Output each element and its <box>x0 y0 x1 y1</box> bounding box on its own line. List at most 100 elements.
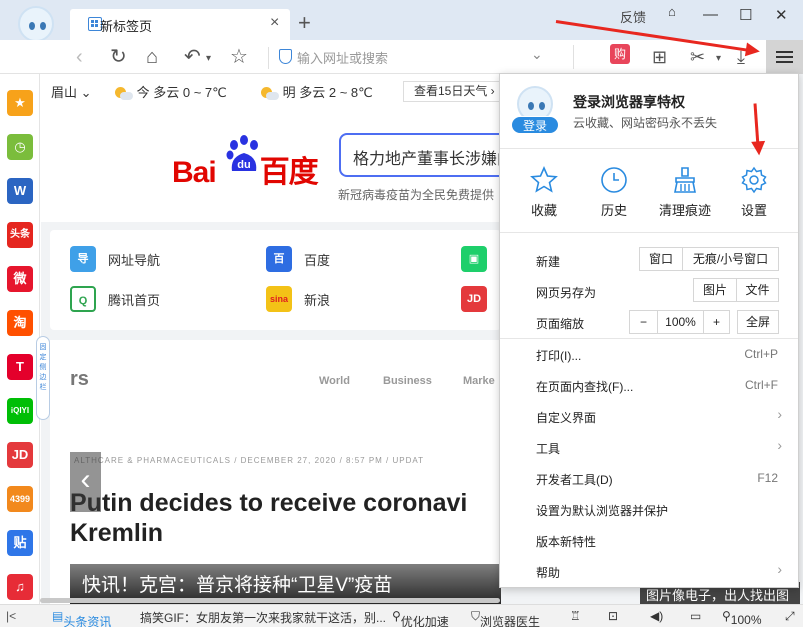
feedback-link[interactable]: 反馈 <box>620 7 646 26</box>
panel-title[interactable]: 登录浏览器享特权 <box>573 92 685 112</box>
menu-customize[interactable]: 自定义界面 › <box>500 405 798 427</box>
scissors-dropdown-icon[interactable]: ▾ <box>716 46 721 72</box>
weather-bar: 眉山 ⌄ 今 多云 0 ~ 7℃ 明 多云 2 ~ 8℃ 查看15日天气 › <box>41 74 533 107</box>
status-volume-icon[interactable]: ◀) <box>650 609 663 623</box>
qq-icon: Q <box>70 286 96 312</box>
save-file-button[interactable]: 文件 <box>736 278 779 302</box>
weather-city[interactable]: 眉山 ⌄ <box>51 82 92 101</box>
hot-search-text[interactable]: 新冠病毒疫苗为全民免费提供 <box>338 186 494 203</box>
chevron-right-icon: › <box>777 406 782 422</box>
menu-tools[interactable]: 工具 › <box>500 436 798 458</box>
status-zoom[interactable]: ⚲ 100% <box>722 609 762 627</box>
jd-icon[interactable]: JD <box>7 442 33 468</box>
tieba-icon[interactable]: 贴 <box>7 530 33 556</box>
status-window-icon[interactable]: ▭ <box>690 609 701 623</box>
iqiyi-icon[interactable]: iQIYI <box>7 398 33 424</box>
new-window-button[interactable]: 窗口 <box>639 247 683 271</box>
gear-icon <box>741 166 767 194</box>
music-icon[interactable]: ♫ <box>7 574 33 600</box>
quick-history[interactable]: 历史 <box>584 166 644 219</box>
tab-close-button[interactable]: × <box>270 14 279 32</box>
new-private-window-button[interactable]: 无痕/小号窗口 <box>682 247 779 271</box>
save-image-button[interactable]: 图片 <box>693 278 737 302</box>
search-input[interactable]: 格力地产董事长涉嫌向 <box>339 133 501 177</box>
news-card[interactable]: rs World Business Marke ALTHCARE & PHARM… <box>50 340 501 604</box>
horizontal-scrollbar[interactable] <box>40 598 500 603</box>
clock-icon <box>601 167 627 193</box>
status-ticker[interactable]: 搞笑GIF：女朋友第一次来我家就干这活，别... <box>140 609 386 626</box>
bookmark-star-icon[interactable]: ☆ <box>230 44 248 70</box>
jd-link-icon: JD <box>461 286 487 312</box>
quick-settings[interactable]: 设置 <box>724 166 784 219</box>
baidu-paw-icon: du <box>226 135 258 171</box>
svg-text:du: du <box>237 159 250 171</box>
scissors-icon[interactable]: ✂ <box>690 44 705 70</box>
status-bar: |< ▤ 头条资讯 搞笑GIF：女朋友第一次来我家就干这活，别... ⚲ 优化加… <box>0 604 803 627</box>
undo-dropdown-icon[interactable]: ▾ <box>206 46 211 72</box>
menu-find[interactable]: 在页面内查找(F)... Ctrl+F <box>500 374 798 396</box>
address-bar[interactable]: 输入网址或搜索 ⌄ <box>268 46 558 69</box>
navigation-toolbar: ‹ ↻ ⌂ ↶ ▾ ☆ 输入网址或搜索 ⌄ ⊞ ✂ ▾ ⤓ <box>0 40 803 74</box>
minimize-button[interactable]: — <box>703 6 718 23</box>
news-nav-business: Business <box>383 375 432 387</box>
new-tab-button[interactable]: + <box>298 10 311 36</box>
weather-tomorrow: 明 多云 2 ~ 8℃ <box>261 82 373 101</box>
title-bar: 登录 新标签页 × + 反馈 ⌂ — ☐ ✕ <box>0 0 803 62</box>
status-collapse-icon[interactable]: |< <box>6 609 16 623</box>
status-screenshot-icon[interactable]: ⊡ <box>608 609 618 623</box>
refresh-icon[interactable]: ↻ <box>110 44 127 70</box>
menu-set-default[interactable]: 设置为默认浏览器并保护 <box>500 498 798 520</box>
fullscreen-button[interactable]: 全屏 <box>737 310 779 334</box>
main-menu-button[interactable] <box>766 40 803 74</box>
favorites-icon[interactable]: ★ <box>7 90 33 116</box>
panel-avatar[interactable]: 登录 <box>511 86 559 134</box>
status-fullscreen-icon[interactable]: ⤢ <box>785 609 795 624</box>
chevron-right-icon: › <box>777 437 782 453</box>
zoom-out-button[interactable]: − <box>629 310 658 334</box>
home-icon[interactable]: ⌂ <box>146 44 158 70</box>
quick-clear-traces[interactable]: 清理痕迹 <box>655 166 715 219</box>
skin-icon[interactable]: ⌂ <box>668 4 676 19</box>
4399-icon[interactable]: 4399 <box>7 486 33 512</box>
apps-grid-icon[interactable]: ⊞ <box>652 44 667 70</box>
avatar-face-icon <box>18 6 54 42</box>
site-nav-icon: 导 <box>70 246 96 272</box>
history-icon[interactable]: ◷ <box>7 134 33 160</box>
tmall-icon[interactable]: T <box>7 354 33 380</box>
address-dropdown-icon[interactable]: ⌄ <box>531 46 543 63</box>
panel-login-button[interactable]: 登录 <box>511 116 559 134</box>
menu-whats-new[interactable]: 版本新特性 <box>500 529 798 551</box>
taobao-icon[interactable]: 淘 <box>7 310 33 336</box>
back-icon[interactable]: ‹ <box>76 44 83 70</box>
carousel-prev-button[interactable]: ‹ <box>70 452 101 512</box>
star-icon <box>530 166 558 193</box>
menu-print[interactable]: 打印(I)... Ctrl+P <box>500 343 798 365</box>
close-window-button[interactable]: ✕ <box>775 6 788 24</box>
zoom-value: 100% <box>657 310 704 334</box>
tab-new-tab[interactable]: 新标签页 × <box>70 9 290 40</box>
toutiao-icon[interactable]: 头条 <box>7 222 33 248</box>
quick-favorites[interactable]: 收藏 <box>514 166 574 219</box>
shopping-icon[interactable]: 购 <box>610 44 630 64</box>
weibo-icon[interactable]: 微 <box>7 266 33 292</box>
status-optimize[interactable]: ⚲ 优化加速 <box>392 609 449 627</box>
sidebar-fold-tab[interactable]: 固定侧边栏 <box>36 336 50 420</box>
status-doctor[interactable]: ⛉ 浏览器医生 <box>471 609 540 627</box>
maximize-button[interactable]: ☐ <box>739 6 752 24</box>
address-input[interactable]: 输入网址或搜索 <box>297 48 388 67</box>
status-news-tab[interactable]: ▤ 头条资讯 <box>52 609 111 627</box>
undo-icon[interactable]: ↶ <box>184 44 201 70</box>
menu-devtools[interactable]: 开发者工具(D) F12 <box>500 467 798 489</box>
cloudy-sun-icon <box>261 86 279 101</box>
chevron-right-icon: › <box>777 561 782 577</box>
sidebar: ★ ◷ W 头条 微 淘 T iQIYI JD 4399 贴 ♫ <box>0 74 40 604</box>
cloudy-sun-icon <box>115 86 133 101</box>
menu-help[interactable]: 帮助 › <box>500 560 798 582</box>
status-clean-icon[interactable]: ♖ <box>570 609 581 623</box>
tab-title: 新标签页 <box>100 19 153 34</box>
shield-icon <box>279 49 292 64</box>
news-headline: Putin decides to receive coronavi Kremlin <box>70 489 468 547</box>
word-icon[interactable]: W <box>7 178 33 204</box>
quick-links: 导网址导航 百百度 ▣ Q 腾讯首页 sina 新浪 JD <box>50 230 501 330</box>
zoom-in-button[interactable]: + <box>703 310 730 334</box>
